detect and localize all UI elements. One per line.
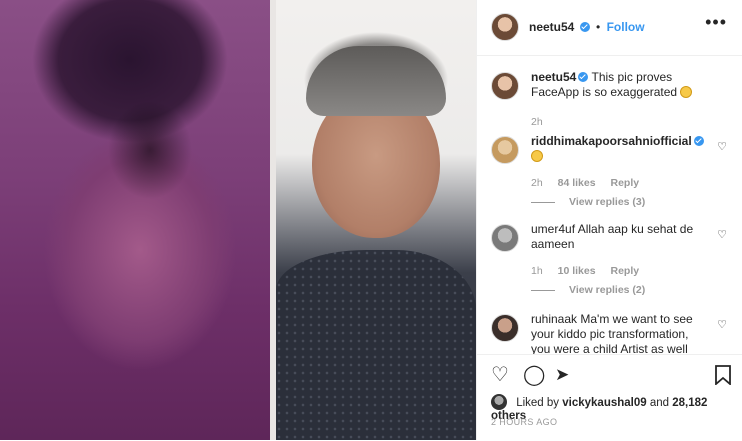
- emoji-icon: [531, 150, 543, 162]
- adult-photo: [276, 0, 476, 440]
- child-photo: [0, 0, 270, 440]
- post-actions: ♡ ◯ ➤ Liked by vickykaushal09 and 28,182…: [477, 354, 742, 441]
- shirt-pattern: [276, 250, 476, 440]
- verified-badge-icon: [579, 22, 590, 32]
- post-timestamp[interactable]: 2 HOURS AGO: [491, 417, 557, 427]
- post-side-panel: neetu54 • Follow ••• neetu54 This pic pr…: [476, 0, 742, 440]
- commenter-avatar[interactable]: [491, 314, 519, 342]
- verified-badge-icon: [578, 72, 589, 82]
- view-replies-button[interactable]: View replies (2): [531, 284, 645, 296]
- liked-by-user[interactable]: vickykaushal09: [562, 397, 646, 409]
- post-photo[interactable]: [0, 0, 476, 440]
- view-replies-button[interactable]: View replies (3): [531, 196, 645, 208]
- comment-item: umer4uf Allah aap ku sehat de aameen ♡ 1…: [491, 222, 731, 302]
- comment-item: riddhimakapoorsahniofficial ♡ 2h 84 like…: [491, 134, 731, 214]
- comment-likes[interactable]: 84 likes: [558, 177, 596, 189]
- emoji-icon: [680, 86, 693, 98]
- reply-button[interactable]: Reply: [610, 177, 639, 189]
- header-line: neetu54 • Follow: [529, 20, 645, 34]
- comment-time[interactable]: 1h: [531, 265, 543, 277]
- share-icon[interactable]: ➤: [555, 365, 569, 385]
- commenter-avatar[interactable]: [491, 224, 519, 252]
- caption-username[interactable]: neetu54: [531, 70, 576, 84]
- comment-username[interactable]: umer4uf: [531, 222, 575, 236]
- caption-text: neetu54 This pic proves FaceApp is so ex…: [531, 70, 711, 100]
- follow-button[interactable]: Follow: [607, 20, 645, 34]
- reply-button[interactable]: Reply: [610, 265, 639, 277]
- liker-avatar[interactable]: [491, 394, 507, 410]
- liked-by-and: and: [649, 397, 670, 409]
- comment-likes[interactable]: 10 likes: [558, 265, 596, 277]
- caption-time[interactable]: 2h: [531, 116, 543, 128]
- comment-like-icon[interactable]: ♡: [717, 318, 727, 331]
- post-header: neetu54 • Follow •••: [477, 0, 742, 56]
- liked-by-prefix: Liked by: [516, 397, 560, 409]
- hair-shape: [306, 46, 446, 116]
- more-options-icon[interactable]: •••: [705, 12, 727, 33]
- comment-text: ruhinaak Ma'm we want to see your kiddo …: [531, 312, 711, 354]
- comment-like-icon[interactable]: ♡: [717, 228, 727, 241]
- commenter-avatar[interactable]: [491, 136, 519, 164]
- comment-username[interactable]: riddhimakapoorsahniofficial: [531, 134, 692, 148]
- comment-time[interactable]: 2h: [531, 177, 543, 189]
- comment-like-icon[interactable]: ♡: [717, 140, 727, 153]
- caption-meta: 2h: [531, 116, 555, 128]
- caption: neetu54 This pic proves FaceApp is so ex…: [491, 70, 731, 130]
- author-username[interactable]: neetu54: [529, 20, 574, 34]
- comment-text: riddhimakapoorsahniofficial: [531, 134, 711, 164]
- caption-avatar[interactable]: [491, 72, 519, 100]
- separator: •: [596, 20, 601, 34]
- comment-username[interactable]: ruhinaak: [531, 312, 577, 326]
- comment-item: ruhinaak Ma'm we want to see your kiddo …: [491, 312, 731, 354]
- comment-meta: 1h 10 likes Reply: [531, 265, 651, 277]
- author-avatar[interactable]: [491, 13, 519, 41]
- heart-icon[interactable]: ♡: [491, 365, 509, 385]
- comment-text: umer4uf Allah aap ku sehat de aameen: [531, 222, 711, 252]
- bookmark-icon[interactable]: [715, 365, 731, 389]
- comment-meta: 2h 84 likes Reply: [531, 177, 651, 189]
- comment-icon[interactable]: ◯: [523, 365, 545, 385]
- comments-list[interactable]: neetu54 This pic proves FaceApp is so ex…: [477, 56, 742, 354]
- verified-badge-icon: [693, 136, 704, 146]
